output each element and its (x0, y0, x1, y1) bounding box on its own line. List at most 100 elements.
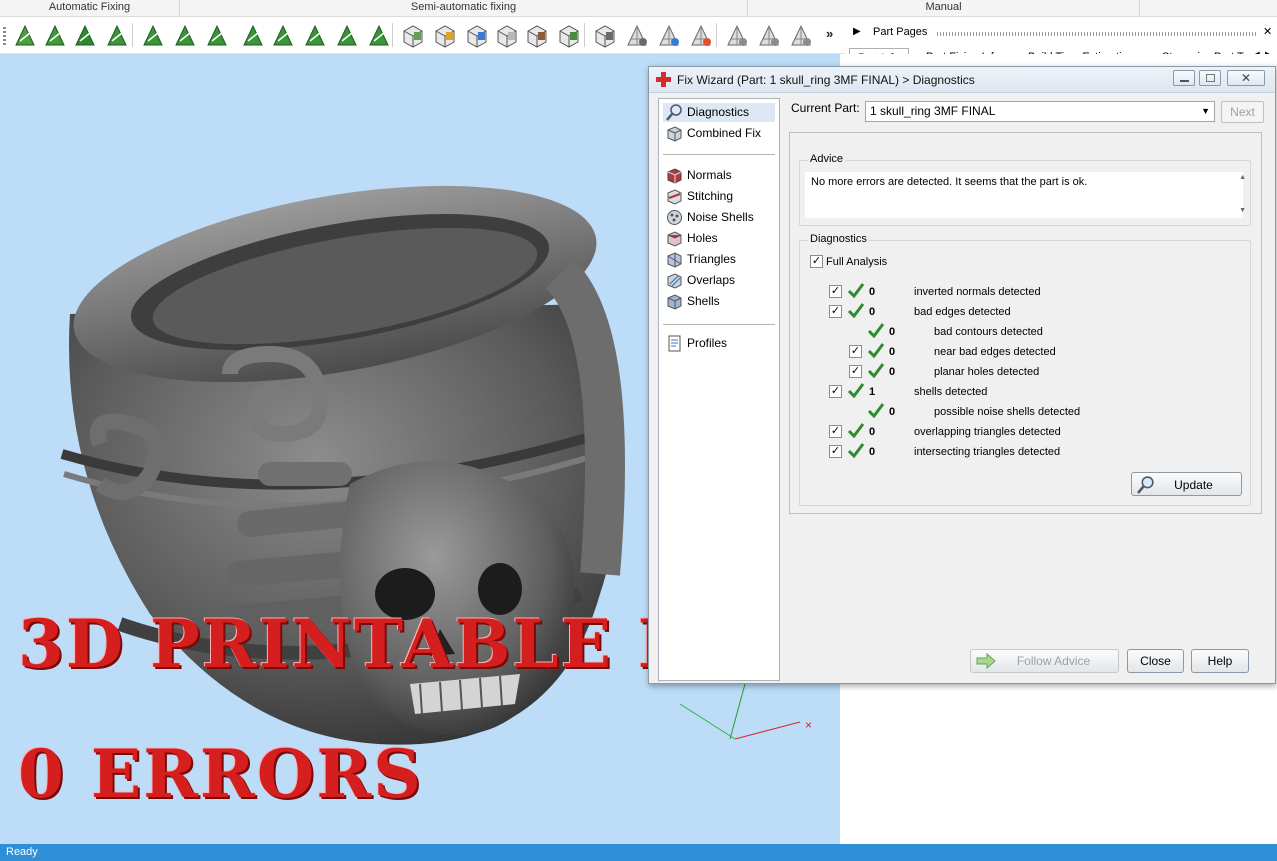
diagnostic-checkbox[interactable]: ✓ (849, 365, 862, 378)
box-outline-icon[interactable] (524, 23, 550, 49)
scroll-up-icon[interactable]: ▲ (1239, 174, 1246, 181)
box-highlight-icon[interactable] (464, 23, 490, 49)
auto-fix-icon[interactable] (12, 23, 38, 49)
diagnostic-checkbox[interactable]: ✓ (829, 305, 842, 318)
advice-title: Advice (808, 153, 846, 165)
checkmark-icon (848, 382, 864, 398)
box-green-icon[interactable] (592, 23, 618, 49)
diagnostic-checkbox[interactable]: ✓ (829, 285, 842, 298)
sphere-icon[interactable] (366, 23, 392, 49)
diagnostic-count: 0 (889, 406, 896, 418)
diagnostic-count: 0 (889, 366, 896, 378)
part-pages-expand-icon[interactable]: ▶ (853, 26, 861, 37)
cut-icon[interactable] (334, 23, 360, 49)
help-button[interactable]: Help (1191, 649, 1249, 673)
nav-divider (663, 324, 775, 325)
nav-item-holes[interactable]: Holes (663, 229, 775, 248)
triangle-globe-icon[interactable] (688, 23, 714, 49)
nav-item-profiles[interactable]: Profiles (663, 334, 775, 353)
toolbar-grip[interactable] (3, 27, 6, 47)
part-pages-title: Part Pages (873, 26, 928, 38)
fix-normals-icon[interactable] (72, 23, 98, 49)
filter-icon[interactable] (302, 23, 328, 49)
nav-item-diagnostics[interactable]: Diagnostics (663, 103, 775, 122)
fixing-toolbar (0, 17, 845, 54)
diagnostic-label: intersecting triangles detected (914, 446, 1061, 458)
diagnostic-checkbox[interactable]: ✓ (829, 425, 842, 438)
current-part-value: 1 skull_ring 3MF FINAL (870, 104, 996, 118)
rebuild-icon[interactable] (270, 23, 296, 49)
nav-item-stitching[interactable]: Stitching (663, 187, 775, 206)
diagnostic-count: 0 (869, 446, 876, 458)
close-button[interactable]: Close (1127, 649, 1184, 673)
nav-item-shells[interactable]: Shells (663, 292, 775, 311)
overlay-subheadline: 0 ERRORS (18, 735, 423, 813)
part-pages-grip (937, 32, 1257, 36)
close-window-button[interactable]: ✕ (1227, 70, 1265, 86)
advice-group: Advice No more errors are detected. It s… (799, 153, 1251, 226)
box-color-icon[interactable] (494, 23, 520, 49)
box-brown-icon[interactable] (556, 23, 582, 49)
triangles-icon (667, 252, 682, 268)
crossed-icon[interactable] (400, 23, 426, 49)
nav-item-overlaps[interactable]: Overlaps (663, 271, 775, 290)
diagnostic-label: near bad edges detected (934, 346, 1056, 358)
scroll-down-icon[interactable]: ▼ (1239, 207, 1246, 214)
ribbon-group-manual: Manual (748, 0, 1140, 16)
diagnostic-label: shells detected (914, 386, 988, 398)
full-analysis-checkbox[interactable]: ✓ (810, 255, 823, 268)
dialog-title: Fix Wizard (Part: 1 skull_ring 3MF FINAL… (677, 73, 975, 87)
diagnostic-count: 0 (869, 286, 876, 298)
cube-fix-icon (667, 126, 682, 142)
box-icon[interactable] (432, 23, 458, 49)
bridge-icon[interactable] (240, 23, 266, 49)
diagnostic-label: overlapping triangles detected (914, 426, 1061, 438)
nav-item-triangles[interactable]: Triangles (663, 250, 775, 269)
minimize-button[interactable] (1173, 70, 1195, 86)
checkmark-icon (848, 422, 864, 438)
toolbar-separator (716, 23, 717, 47)
part-pages-close-icon[interactable]: ✕ (1263, 25, 1272, 38)
diagnostic-checkbox[interactable]: ✓ (849, 345, 862, 358)
overlaps-icon (667, 273, 682, 289)
triangle-grid-icon[interactable] (756, 23, 782, 49)
diagnostic-count: 0 (889, 346, 896, 358)
dialog-title-bar[interactable]: Fix Wizard (Part: 1 skull_ring 3MF FINAL… (649, 67, 1275, 93)
status-bar: Ready (0, 844, 1277, 861)
arrow-right-icon (976, 653, 996, 669)
part-pages-header: ▶ Part Pages ✕ (845, 20, 1277, 46)
diagnostic-checkbox[interactable]: ✓ (829, 385, 842, 398)
update-button[interactable]: Update (1131, 472, 1242, 496)
diagnostic-count: 0 (889, 326, 896, 338)
diagnostic-label: planar holes detected (934, 366, 1040, 378)
toolbar-separator (132, 23, 133, 47)
ribbon-group-automatic-fixing: Automatic Fixing (0, 0, 180, 16)
toolbar-overflow-button[interactable]: » (826, 26, 833, 41)
current-part-select[interactable]: 1 skull_ring 3MF FINAL ▼ (865, 101, 1215, 122)
follow-advice-button[interactable]: Follow Advice (970, 649, 1119, 673)
nav-item-noise-shells[interactable]: Noise Shells (663, 208, 775, 227)
nav-item-normals[interactable]: Normals (663, 166, 775, 185)
triangle-select-icon[interactable] (624, 23, 650, 49)
shell-icon[interactable] (172, 23, 198, 49)
stitch-icon[interactable] (104, 23, 130, 49)
normals-icon (667, 168, 682, 184)
triangle-edit-icon[interactable] (788, 23, 814, 49)
full-analysis-label: Full Analysis (826, 256, 888, 268)
fill-hole-icon[interactable] (140, 23, 166, 49)
ribbon-group-semi-automatic-fixing: Semi-automatic fixing (180, 0, 748, 16)
diagnostic-checkbox[interactable]: ✓ (829, 445, 842, 458)
maximize-button[interactable] (1199, 70, 1221, 86)
wizard-fix-icon[interactable] (42, 23, 68, 49)
wrap-icon[interactable] (204, 23, 230, 49)
triangle-mark-icon[interactable] (656, 23, 682, 49)
diagnostic-count: 0 (869, 426, 876, 438)
checkmark-icon (868, 322, 884, 338)
nav-item-combined-fix[interactable]: Combined Fix (663, 124, 775, 143)
checkmark-icon (848, 302, 864, 318)
diagnostic-label: inverted normals detected (914, 286, 1041, 298)
wizard-cross-icon (656, 72, 671, 87)
next-button[interactable]: Next (1221, 101, 1264, 123)
diagnostic-label: possible noise shells detected (934, 406, 1081, 418)
triangle-delete-icon[interactable] (724, 23, 750, 49)
